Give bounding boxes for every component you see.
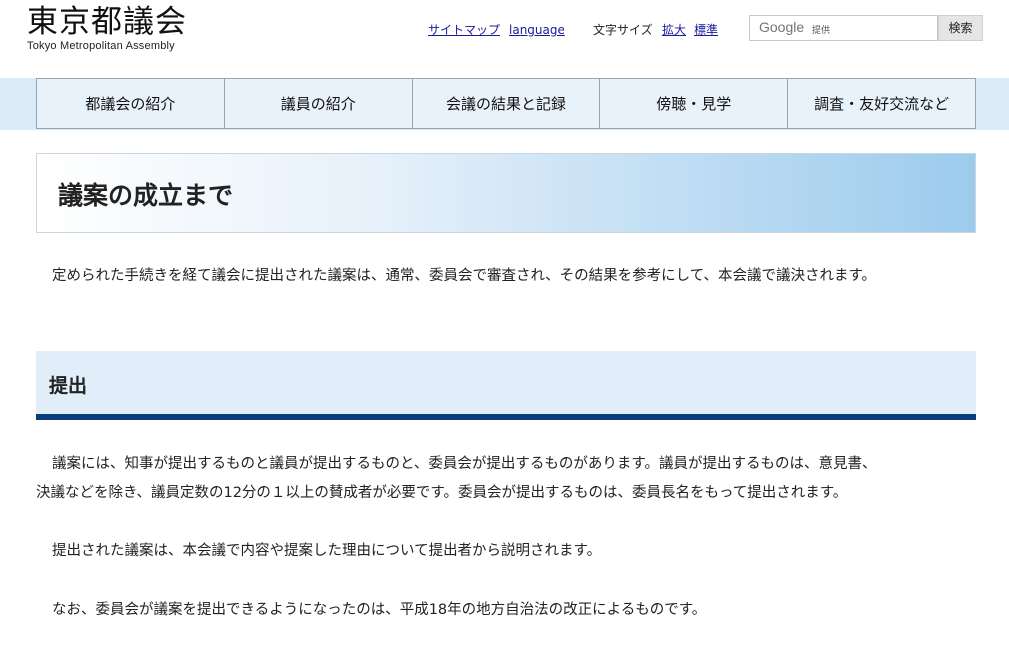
nav-item-assembly-intro[interactable]: 都議会の紹介 (37, 79, 225, 128)
google-logo: Google (759, 19, 805, 35)
intro-paragraph: 定められた手続きを経て議会に提出された議案は、通常、委員会で審査され、その結果を… (52, 268, 877, 284)
section-divider (36, 414, 976, 420)
font-standard-link[interactable]: 標準 (694, 22, 718, 38)
language-link[interactable]: language (509, 22, 565, 38)
body-paragraph: なお、委員会が議案を提出できるようになったのは、平成18年の地方自治法の改正によ… (52, 602, 707, 618)
sitemap-link[interactable]: サイトマップ (428, 22, 500, 38)
global-nav: 都議会の紹介 議員の紹介 会議の結果と記録 傍聴・見学 調査・友好交流など (36, 78, 976, 129)
nav-item-visit[interactable]: 傍聴・見学 (600, 79, 789, 128)
font-size-label: 文字サイズ (593, 23, 653, 37)
site-logo-subtitle[interactable]: Tokyo Metropolitan Assembly (27, 40, 175, 52)
nav-item-research-exchange[interactable]: 調査・友好交流など (788, 79, 975, 128)
search-button[interactable]: 検索 (938, 15, 983, 41)
nav-item-meeting-results[interactable]: 会議の結果と記録 (413, 79, 601, 128)
site-header: 東京都議会 Tokyo Metropolitan Assembly サイトマップ… (0, 0, 1009, 78)
font-enlarge-link[interactable]: 拡大 (662, 22, 686, 38)
body-paragraph-line: 決議などを除き、議員定数の12分の１以上の賛成者が必要です。委員会が提出するもの… (36, 485, 848, 501)
google-provided-label: 提供 (812, 26, 831, 36)
section-heading: 提出 (36, 351, 976, 414)
site-logo-title[interactable]: 東京都議会 (27, 4, 187, 40)
body-paragraph: 提出された議案は、本会議で内容や提案した理由について提出者から説明されます。 (52, 543, 602, 559)
section-title: 提出 (49, 375, 88, 397)
search-input[interactable]: Google 提供 (749, 15, 938, 41)
nav-item-members[interactable]: 議員の紹介 (225, 79, 413, 128)
page-title: 議案の成立まで (58, 181, 234, 210)
page-title-box: 議案の成立まで (36, 153, 976, 233)
body-paragraph-line: 議案には、知事が提出するものと議員が提出するものと、委員会が提出するものがありま… (52, 456, 877, 472)
